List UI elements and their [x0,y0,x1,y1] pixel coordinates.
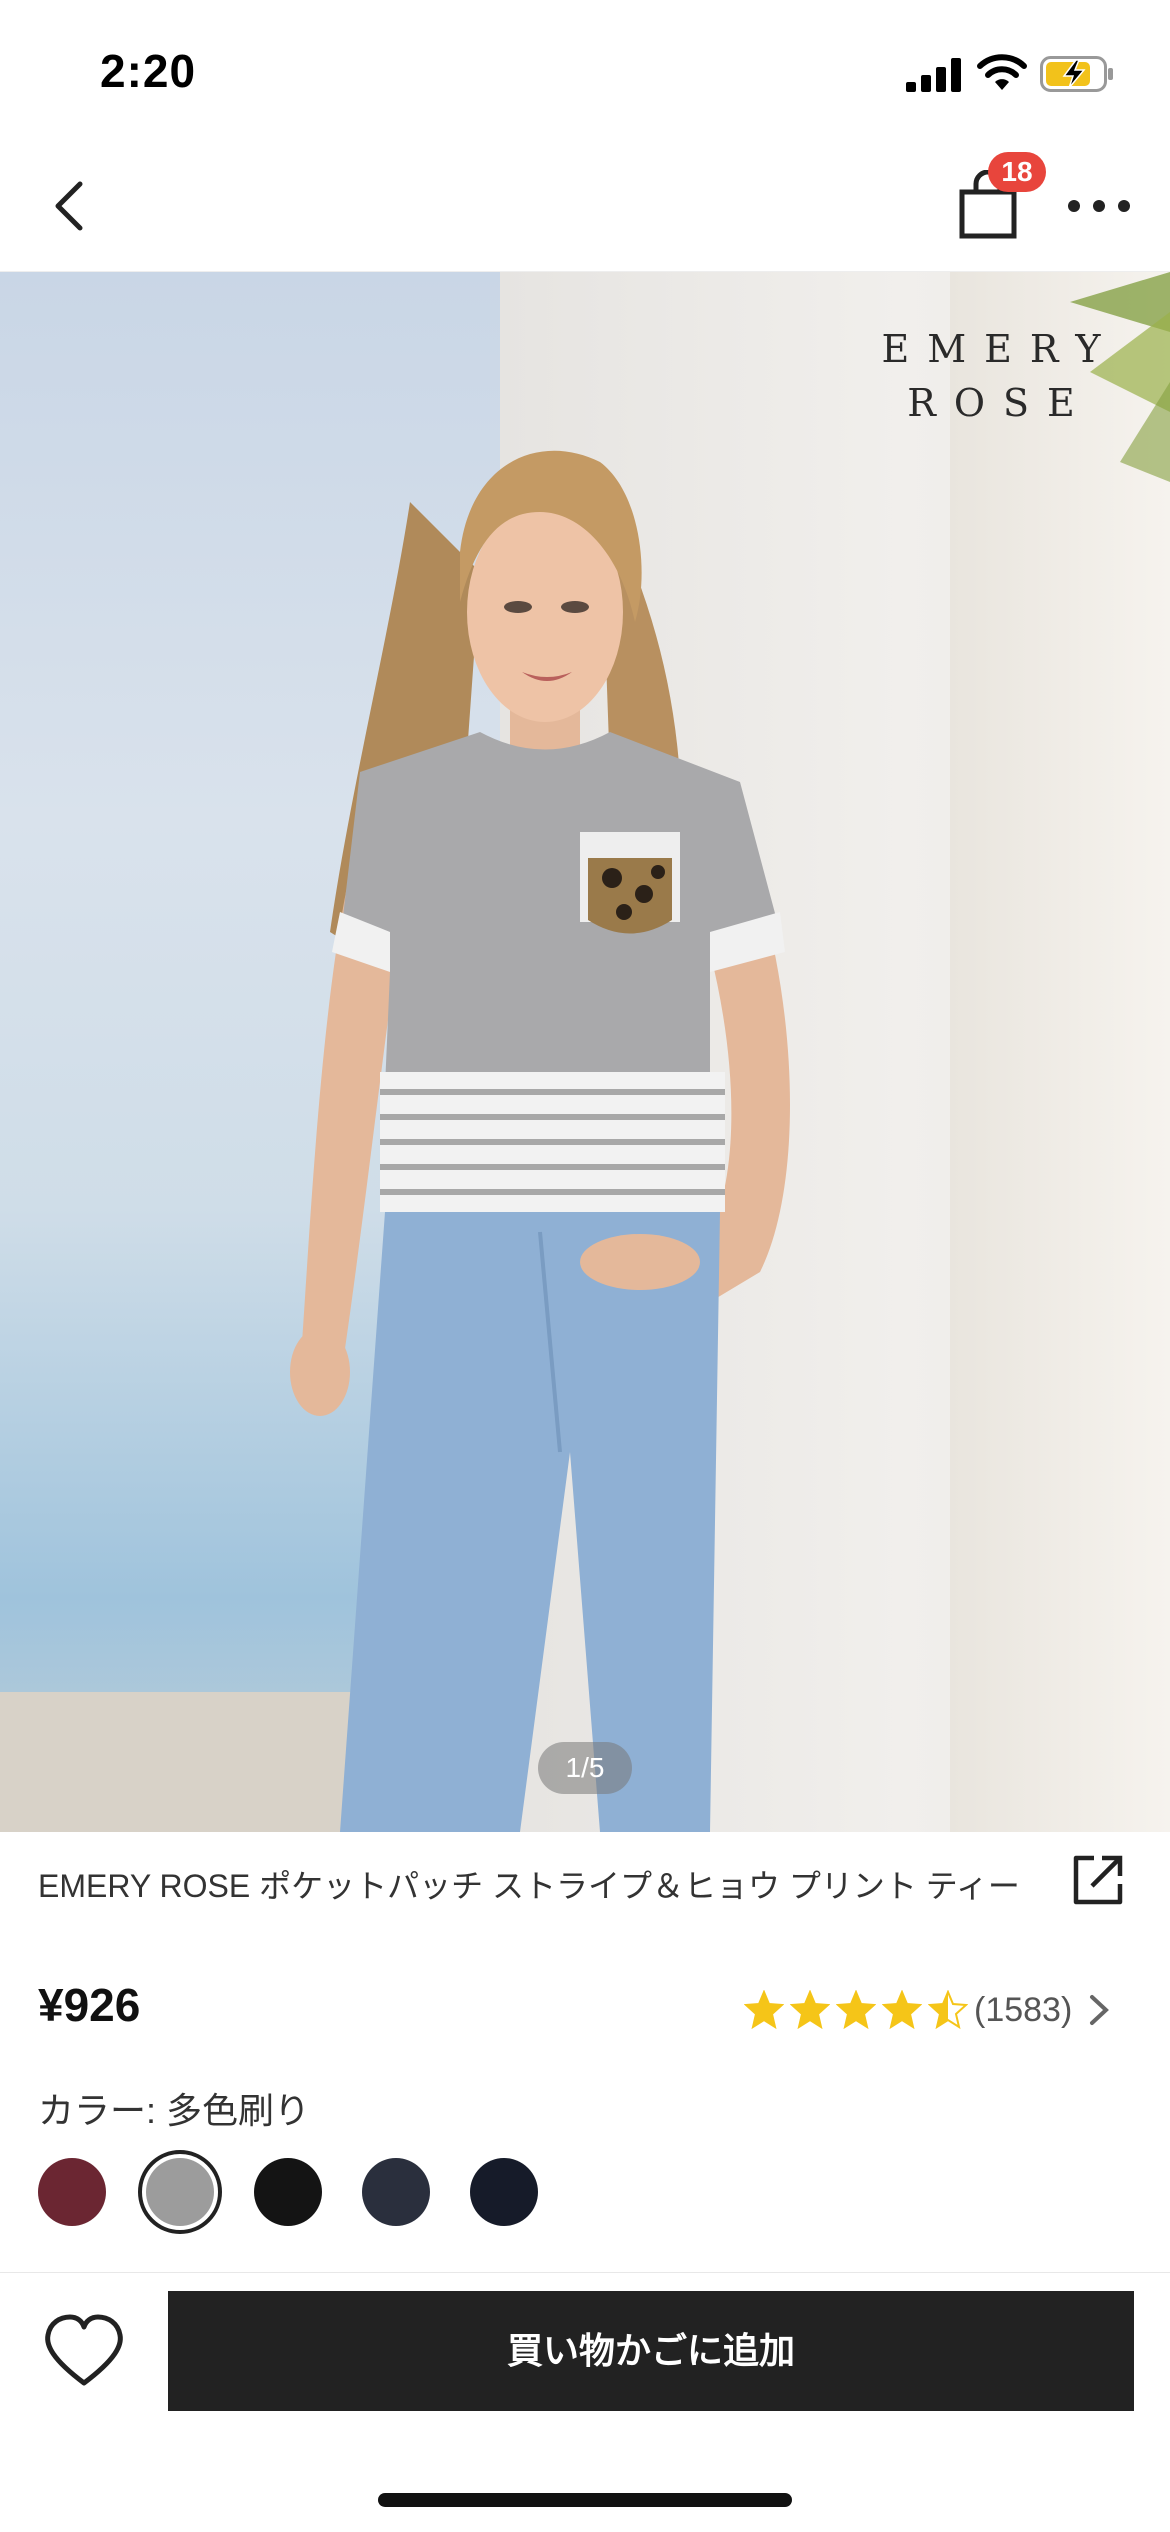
status-time: 2:20 [100,45,197,97]
color-swatches [38,2150,538,2234]
more-icon[interactable] [1064,184,1134,228]
bottom-action-bar: 買い物かごに追加 [0,2272,1170,2532]
product-image-gallery[interactable]: EMERY ROSE 1/5 [0,272,1170,1832]
star-icon [744,1990,784,2030]
star-icon [928,1990,968,2030]
chevron-right-icon [1090,1995,1110,2025]
background-pillar [950,272,1170,1832]
star-icon [882,1990,922,2030]
rating-stars [744,1990,968,2030]
nav-bar: 18 [0,140,1170,272]
battery-icon [1040,56,1113,92]
heart-icon[interactable] [42,2313,126,2389]
color-swatch-black[interactable] [254,2158,322,2226]
signal-icon [906,58,961,92]
cart-count-badge: 18 [988,152,1046,192]
gallery-page-indicator: 1/5 [538,1742,632,1794]
back-icon[interactable] [40,176,100,236]
color-swatch-grey[interactable] [138,2150,222,2234]
status-bar: 2:20 [0,0,1170,140]
wifi-icon [977,54,1027,90]
product-rating[interactable]: (1583) [744,1988,1112,2032]
brand-logo-line2: ROSE [907,381,1093,425]
star-icon [836,1990,876,2030]
product-photo-model [290,450,790,1832]
product-title: EMERY ROSE ポケットパッチ ストライプ＆ヒョウ プリント ティー [38,1868,1020,1904]
brand-logo-line1: EMERY [881,327,1119,371]
add-to-cart-button[interactable]: 買い物かごに追加 [168,2291,1134,2411]
share-icon[interactable] [1070,1852,1126,1908]
color-swatch-navy[interactable] [470,2158,538,2226]
brand-logo: EMERY ROSE [880,322,1120,430]
color-swatch-charcoal-navy[interactable] [362,2158,430,2226]
star-icon [790,1990,830,2030]
review-count: (1583) [974,1990,1073,2029]
color-label: カラー: 多色刷り [38,2090,311,2131]
product-price: ¥926 [38,1979,141,2031]
home-indicator [378,2493,792,2507]
color-swatch-burgundy[interactable] [38,2158,106,2226]
